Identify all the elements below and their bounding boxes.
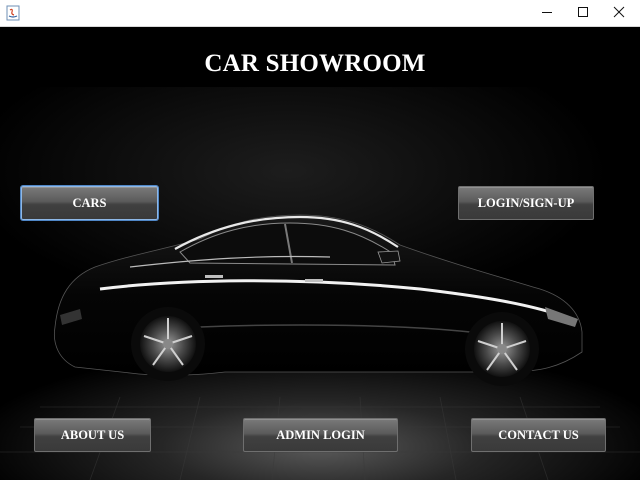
- admin-login-button[interactable]: ADMIN LOGIN: [243, 418, 398, 452]
- contact-us-button[interactable]: CONTACT US: [471, 418, 606, 452]
- close-icon: [613, 5, 625, 23]
- about-us-button[interactable]: ABOUT US: [34, 418, 151, 452]
- minimize-button[interactable]: [528, 0, 566, 27]
- login-signup-button[interactable]: LOGIN/SIGN-UP: [458, 186, 594, 220]
- minimize-icon: [541, 5, 553, 23]
- maximize-icon: [577, 5, 589, 23]
- close-button[interactable]: [600, 0, 638, 27]
- title-bar: [0, 0, 640, 27]
- maximize-button[interactable]: [564, 0, 602, 27]
- black-sedan-car-photo: [0, 27, 640, 480]
- page-title: CAR SHOWROOM: [204, 50, 426, 77]
- cars-button[interactable]: CARS: [21, 186, 158, 220]
- main-panel: CAR SHOWROOM CARS LOGIN/SIGN-UP ABOUT US…: [0, 27, 640, 480]
- app-window: CAR SHOWROOM CARS LOGIN/SIGN-UP ABOUT US…: [0, 0, 640, 480]
- java-app-icon: [6, 5, 20, 21]
